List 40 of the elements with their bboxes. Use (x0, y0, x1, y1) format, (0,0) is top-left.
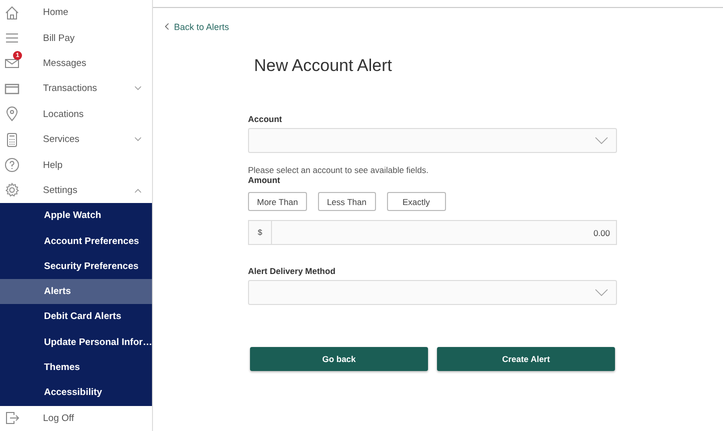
sidebar-item[interactable]: Settings (0, 178, 152, 204)
submenu-item[interactable]: Apple Watch (0, 203, 152, 228)
sidebar-item[interactable]: Locations (0, 102, 152, 127)
amount-option[interactable]: More Than (248, 192, 307, 211)
sidebar-item[interactable]: Home (0, 0, 152, 26)
submenu-item[interactable]: Security Preferences (0, 254, 152, 280)
field-label: Amount (248, 175, 282, 185)
action-button[interactable]: Go back (250, 347, 428, 371)
amount-option[interactable]: Less Than (318, 192, 376, 211)
field-label: Account (248, 114, 283, 124)
amount-field[interactable]: 0.00 (271, 220, 617, 245)
back-link[interactable]: Back to Alerts (165, 22, 230, 32)
chevron-left-icon (165, 23, 169, 30)
sidebar-item[interactable]: Log Off (0, 406, 152, 431)
chevron-down-icon (595, 137, 608, 144)
location-pin-icon (4, 106, 20, 122)
currency-prefix: $ (248, 220, 271, 245)
submenu-item[interactable]: Alerts (0, 279, 152, 304)
delivery-dropdown[interactable] (248, 280, 617, 305)
field-label: Alert Delivery Method (248, 266, 336, 276)
sidebar-item[interactable]: Bill Pay (0, 25, 152, 51)
submenu-item[interactable]: Account Preferences (0, 228, 152, 254)
action-button[interactable]: Create Alert (437, 347, 615, 371)
amount-option[interactable]: Exactly (386, 192, 446, 211)
chevron-down-icon (595, 289, 608, 296)
sidebar-item[interactable]: Help (0, 152, 152, 178)
log-out-icon (4, 410, 20, 426)
submenu-item[interactable]: Themes (0, 354, 152, 380)
help-icon (4, 157, 20, 174)
gear-icon (4, 182, 20, 198)
sidebar-item[interactable]: Services (0, 126, 152, 152)
home-icon (4, 4, 20, 21)
account-dropdown[interactable] (248, 128, 617, 153)
page-title: New Account Alert (254, 56, 393, 76)
sidebar-item[interactable]: Transactions (0, 76, 152, 102)
submenu-item[interactable]: Update Personal Infor… (0, 330, 152, 355)
submenu-item[interactable]: Debit Card Alerts (0, 304, 152, 330)
submenu-item[interactable]: Accessibility (0, 380, 152, 406)
calculator-icon (4, 132, 20, 148)
hint-text: Please select an account to see available fields. (248, 165, 430, 175)
